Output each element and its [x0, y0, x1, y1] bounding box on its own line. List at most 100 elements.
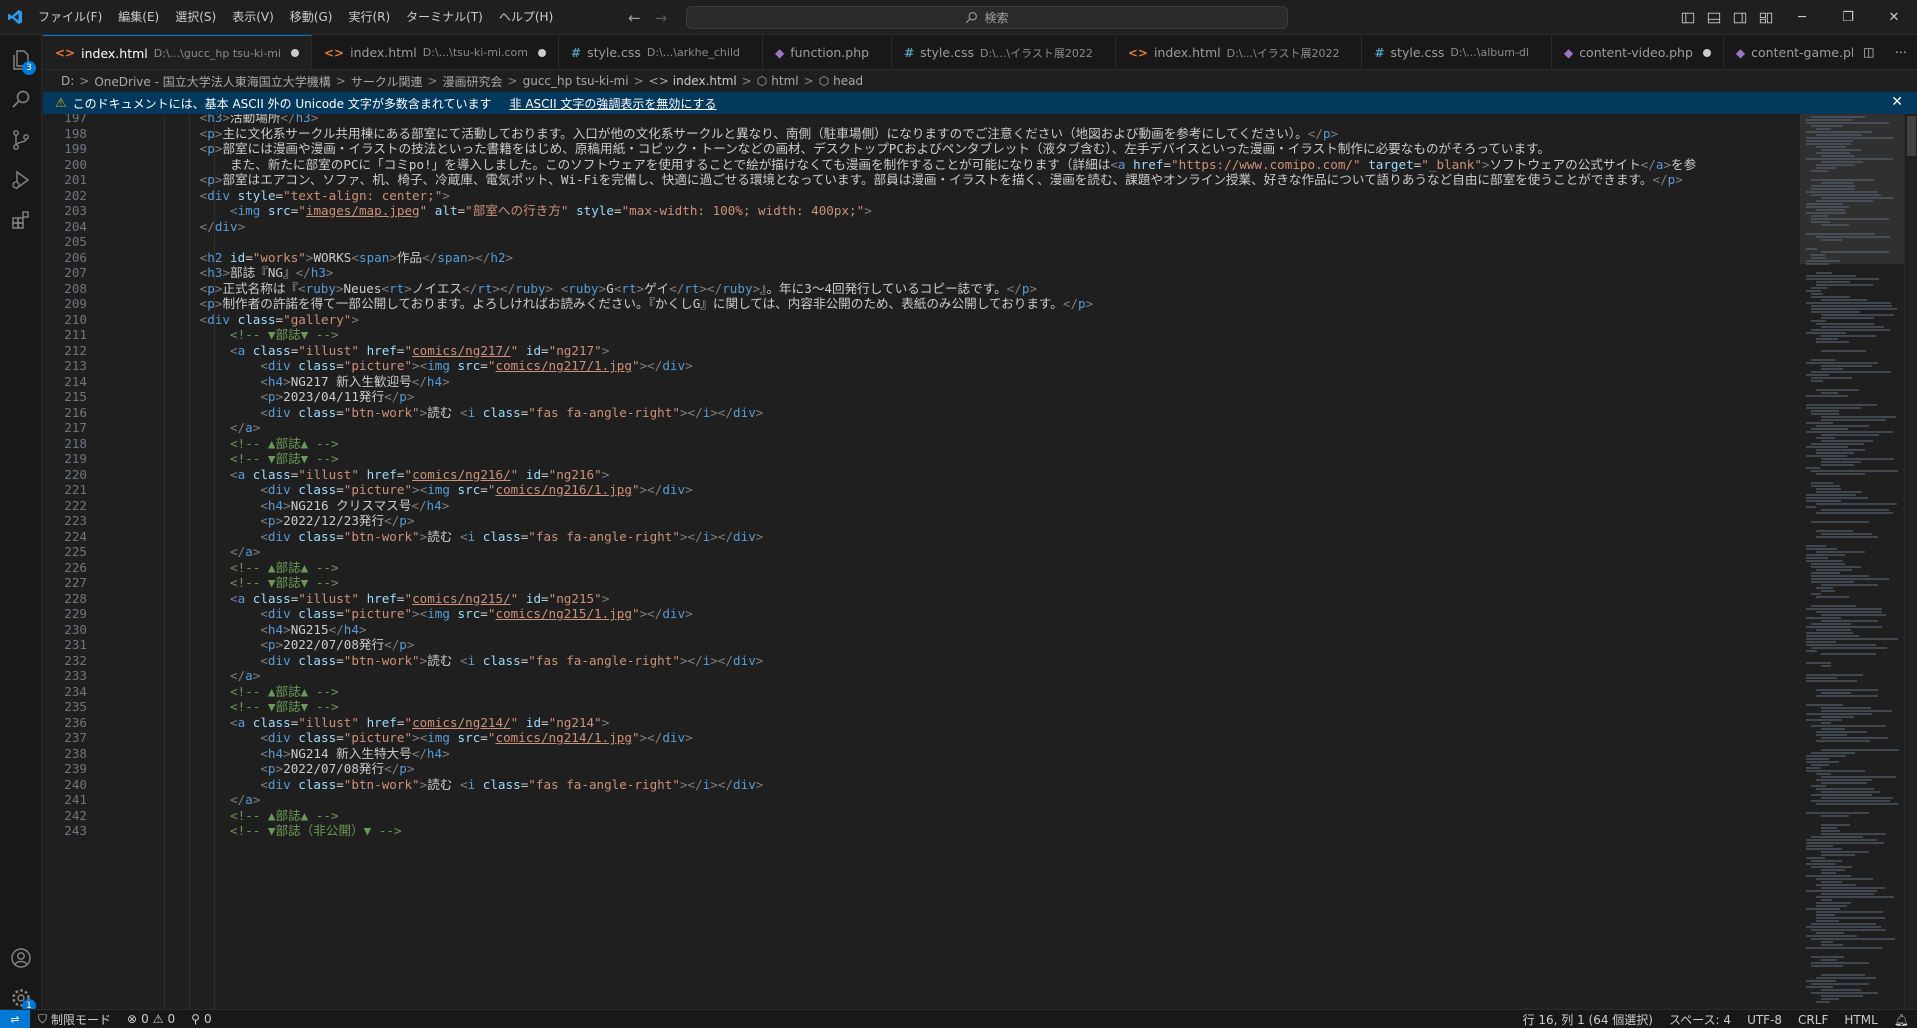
disable-highlight-link[interactable]: 非 ASCII 文字の強調表示を無効にする	[510, 95, 717, 112]
code-editor[interactable]: 197 <h3>活動場所</h3> 198 <p>主に文化系サークル共用棟にある部…	[43, 114, 1783, 1009]
menu-item[interactable]: 表示(V)	[224, 0, 282, 35]
minimap-line	[1806, 497, 1868, 499]
more-actions-icon[interactable]: ⋯	[1895, 45, 1907, 59]
encoding[interactable]: UTF-8	[1739, 1013, 1790, 1027]
menu-item[interactable]: 選択(S)	[167, 0, 224, 35]
cursor-position[interactable]: 行 16, 列 1 (64 個選択)	[1515, 1011, 1661, 1028]
toggle-primary-sidebar-icon[interactable]	[1675, 0, 1701, 35]
vertical-scrollbar[interactable]	[1904, 114, 1917, 1009]
minimap-line	[1811, 800, 1890, 802]
menu-item[interactable]: ターミナル(T)	[398, 0, 491, 35]
breadcrumb-item[interactable]: html	[771, 74, 798, 88]
breadcrumb-item[interactable]: gucc_hp tsu-ki-mi	[523, 74, 629, 88]
code-line[interactable]: 243 <!-- ▼部誌（非公開）▼ -->	[43, 821, 1783, 840]
minimap[interactable]	[1800, 114, 1904, 1009]
minimap-line	[1811, 581, 1854, 583]
notifications-bell-icon[interactable]: 🔔︎	[1886, 1013, 1917, 1027]
minimap-line	[1821, 419, 1886, 421]
minimap-line	[1821, 251, 1889, 253]
minimap-line	[1811, 428, 1848, 430]
minimap-line	[1806, 839, 1877, 841]
menu-item[interactable]: 移動(G)	[282, 0, 341, 35]
restore-button[interactable]: ❐	[1825, 0, 1871, 35]
minimap-line	[1811, 296, 1850, 298]
forward-arrow-icon[interactable]: →	[655, 9, 668, 27]
extensions-icon[interactable]	[0, 197, 42, 243]
close-icon[interactable]: ✕	[1891, 94, 1903, 110]
minimap-line	[1816, 425, 1869, 427]
close-button[interactable]: ✕	[1871, 0, 1917, 35]
minimap-line	[1811, 566, 1861, 568]
back-arrow-icon[interactable]: ←	[628, 9, 641, 27]
toggle-panel-icon[interactable]	[1701, 0, 1727, 35]
minimap-line	[1816, 914, 1835, 916]
minimap-line	[1811, 380, 1823, 382]
tab-path: D:\...\tsu-ki-mi.com	[422, 46, 528, 59]
editor-tab[interactable]: <> index.html D:\...\イラスト展2022	[1116, 35, 1363, 69]
breadcrumb-item[interactable]: D:	[61, 74, 74, 88]
minimap-line	[1806, 263, 1829, 265]
scrollbar-thumb[interactable]	[1907, 116, 1916, 156]
editor-tab[interactable]: # style.css D:\...\arkhe_child	[559, 35, 763, 69]
minimap-line	[1811, 116, 1865, 118]
minimap-line	[1821, 416, 1896, 418]
minimap-line	[1816, 932, 1844, 934]
minimap-line	[1816, 569, 1852, 571]
unsaved-dot-icon[interactable]	[291, 49, 299, 57]
unsaved-dot-icon[interactable]	[538, 48, 546, 57]
minimap-line	[1821, 830, 1840, 832]
minimap-line	[1821, 440, 1873, 442]
minimap-line	[1806, 302, 1891, 304]
problems-status[interactable]: ⊗ 0 ⚠ 0	[119, 1012, 183, 1026]
editor-tab[interactable]: ◆ content-video.php	[1552, 35, 1724, 69]
remote-icon[interactable]: ⇌	[0, 1009, 30, 1028]
menu-item[interactable]: 実行(R)	[340, 0, 398, 35]
minimize-button[interactable]: ─	[1779, 0, 1825, 35]
minimap-line	[1821, 722, 1831, 724]
menu-item[interactable]: ファイル(F)	[30, 0, 110, 35]
minimap-line	[1811, 752, 1855, 754]
minimap-line	[1806, 233, 1875, 235]
minimap-line	[1811, 623, 1851, 625]
minimap-line	[1806, 374, 1829, 376]
split-editor-icon[interactable]: ◫	[1863, 45, 1874, 59]
editor-tab[interactable]: # style.css D:\...\album-dl	[1362, 35, 1552, 69]
minimap-line	[1811, 305, 1892, 307]
tab-label: style.css	[587, 45, 641, 60]
minimap-line	[1806, 812, 1869, 814]
toggle-secondary-sidebar-icon[interactable]	[1727, 0, 1753, 35]
breadcrumb-item[interactable]: OneDrive - 国立大学法人東海国立大学機構	[94, 73, 330, 90]
minimap-line	[1811, 470, 1898, 472]
restricted-mode-status[interactable]: ⛉ 制限モード	[30, 1011, 119, 1028]
end-of-line[interactable]: CRLF	[1790, 1013, 1836, 1027]
minimap-line	[1806, 947, 1882, 949]
minimap-line	[1806, 719, 1842, 721]
breadcrumb-item[interactable]: 漫画研究会	[443, 73, 503, 90]
editor-tab[interactable]: # style.css D:\...\イラスト展2022	[892, 35, 1116, 69]
minimap-line	[1821, 533, 1872, 535]
minimap-line	[1816, 341, 1849, 343]
minimap-line	[1806, 608, 1882, 610]
minimap-line	[1806, 674, 1863, 676]
editor-tab[interactable]: <> index.html D:\...\tsu-ki-mi.com	[312, 35, 559, 69]
minimap-line	[1816, 503, 1897, 505]
tab-path: D:\...\album-dl	[1450, 46, 1529, 59]
activity-bar: 3 1	[0, 35, 42, 1013]
command-center-search[interactable]: 検索	[686, 6, 1288, 29]
breadcrumb-item[interactable]: index.html	[673, 74, 737, 88]
language-mode[interactable]: HTML	[1836, 1013, 1885, 1027]
breadcrumb-item[interactable]: head	[833, 74, 863, 88]
minimap-line	[1821, 749, 1899, 751]
menu-item[interactable]: 編集(E)	[110, 0, 167, 35]
breadcrumb-item[interactable]: サークル関連	[351, 73, 423, 90]
ports-status[interactable]: ⚲ 0	[183, 1012, 219, 1026]
customize-layout-icon[interactable]	[1753, 0, 1779, 35]
minimap-line	[1816, 164, 1855, 166]
unsaved-dot-icon[interactable]	[1702, 48, 1711, 57]
editor-tab[interactable]: ◆ function.php	[763, 35, 893, 69]
minimap-line	[1811, 521, 1869, 523]
indentation[interactable]: スペース: 4	[1661, 1011, 1739, 1028]
editor-tab[interactable]: <> index.html D:\...\gucc_hp tsu-ki-mi	[43, 35, 312, 69]
html-file-icon: <>	[1127, 45, 1148, 60]
menu-item[interactable]: ヘルプ(H)	[491, 0, 561, 35]
